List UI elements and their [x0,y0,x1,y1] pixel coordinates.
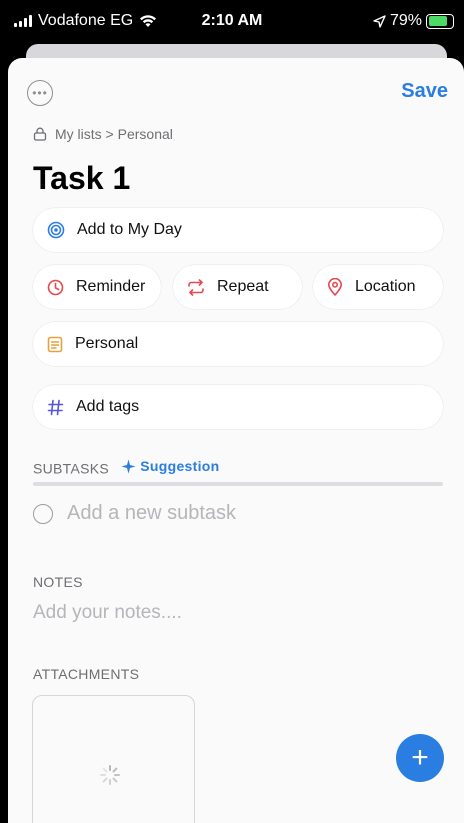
tags-label: Add tags [76,398,140,415]
repeat-button[interactable]: Repeat [173,265,302,309]
lock-icon [33,127,47,141]
add-attachment-button[interactable]: + [396,734,444,782]
battery-icon [426,13,454,29]
battery-fill [428,16,447,26]
list-label: Personal [75,335,139,352]
list-personal-button[interactable]: Personal [33,322,443,366]
task-title[interactable]: Task 1 [33,160,130,197]
new-subtask-input[interactable] [67,502,407,525]
attachment-placeholder[interactable] [32,695,195,823]
hashtag-icon [47,399,64,415]
new-subtask-row [33,502,407,525]
battery-percent: 79% [389,12,422,29]
add-to-my-day-button[interactable]: Add to My Day [33,208,443,252]
subtask-divider [33,482,443,486]
repeat-icon [188,278,204,296]
subtasks-title: SUBTASKS [33,460,110,477]
status-bar: Vodafone EG 2:10 AM 79% [0,0,464,44]
my-day-label: Add to My Day [77,221,182,238]
add-tags-button[interactable]: Add tags [33,385,443,429]
note-icon [47,336,63,352]
location-arrow-icon [373,14,386,28]
subtasks-header: SUBTASKS Suggestion [33,458,220,477]
notes-input[interactable] [33,602,433,624]
task-sheet: ••• Save My lists > Personal Task 1 Add … [8,58,464,823]
location-pin-icon [328,278,342,296]
location-label: Location [355,278,416,295]
reminder-button[interactable]: Reminder [33,265,161,309]
status-right: 79% [373,12,454,30]
loading-spinner-icon [100,765,120,785]
breadcrumb-text: My lists > Personal [55,126,173,142]
location-button[interactable]: Location [313,265,443,309]
save-button[interactable]: Save [401,80,448,103]
breadcrumb[interactable]: My lists > Personal [33,126,173,142]
task-detail-screen: Vodafone EG 2:10 AM 79% ••• Save My list… [0,0,464,823]
clock-icon [47,279,64,295]
target-icon [47,221,65,239]
attachments-header: ATTACHMENTS [33,666,140,682]
suggestion-button[interactable]: Suggestion [121,458,219,474]
notes-header: NOTES [33,574,83,590]
suggestion-label: Suggestion [140,458,220,474]
reminder-label: Reminder [76,278,146,295]
sparkle-icon [121,459,136,473]
ellipsis-circle-icon[interactable]: ••• [27,80,53,106]
subtask-checkbox-icon[interactable] [33,503,53,524]
repeat-label: Repeat [217,278,269,295]
